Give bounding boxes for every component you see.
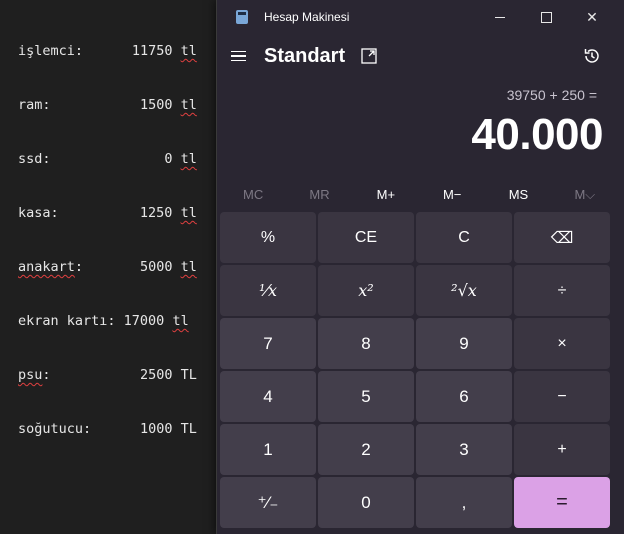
calculator-header: Standart xyxy=(217,34,624,80)
digit-4-button[interactable]: 4 xyxy=(220,371,316,422)
clear-button[interactable]: C xyxy=(416,212,512,263)
editor-line: soğutucu: 1000 TL xyxy=(18,421,197,437)
minimize-button[interactable] xyxy=(477,0,523,34)
digit-3-button[interactable]: 3 xyxy=(416,424,512,475)
multiply-button[interactable]: × xyxy=(514,318,610,369)
editor-line: anakart: 5000 tl xyxy=(18,259,197,275)
memory-recall-button[interactable]: MR xyxy=(286,182,352,208)
editor-line: ekran kartı: 17000 tl xyxy=(18,313,189,329)
digit-8-button[interactable]: 8 xyxy=(318,318,414,369)
calculator-app-icon xyxy=(236,10,248,24)
expression-display: 39750 + 250 = xyxy=(506,87,597,103)
keep-on-top-icon[interactable] xyxy=(360,47,378,65)
digit-2-button[interactable]: 2 xyxy=(318,424,414,475)
editor-line: kasa: 1250 tl xyxy=(18,205,197,221)
divide-button[interactable]: ÷ xyxy=(514,265,610,316)
maximize-button[interactable] xyxy=(523,0,569,34)
mode-title: Standart xyxy=(264,45,346,67)
digit-9-button[interactable]: 9 xyxy=(416,318,512,369)
digit-1-button[interactable]: 1 xyxy=(220,424,316,475)
equals-button[interactable]: = xyxy=(514,477,610,528)
menu-icon[interactable] xyxy=(231,46,251,66)
memory-store-button[interactable]: MS xyxy=(485,182,551,208)
editor-line: ram: 1500 tl xyxy=(18,97,197,113)
percent-button[interactable]: % xyxy=(220,212,316,263)
editor-line: psu: 2500 TL xyxy=(18,367,197,383)
subtract-button[interactable]: − xyxy=(514,371,610,422)
memory-list-button[interactable]: M⌵ xyxy=(552,182,618,208)
digit-7-button[interactable]: 7 xyxy=(220,318,316,369)
close-button[interactable]: ✕ xyxy=(569,0,615,34)
memory-add-button[interactable]: M+ xyxy=(353,182,419,208)
backspace-button[interactable]: ⌫ xyxy=(514,212,610,263)
square-root-button[interactable]: ²√x xyxy=(416,265,512,316)
close-icon: ✕ xyxy=(586,8,598,25)
editor-line: işlemci: 11750 tl xyxy=(18,43,197,59)
decimal-button[interactable]: , xyxy=(416,477,512,528)
digit-0-button[interactable]: 0 xyxy=(318,477,414,528)
clear-entry-button[interactable]: CE xyxy=(318,212,414,263)
title-bar[interactable]: Hesap Makinesi ✕ xyxy=(217,0,624,34)
memory-clear-button[interactable]: MC xyxy=(220,182,286,208)
digit-5-button[interactable]: 5 xyxy=(318,371,414,422)
memory-subtract-button[interactable]: M− xyxy=(419,182,485,208)
memory-row: MC MR M+ M− MS M⌵ xyxy=(220,182,618,208)
editor-content: işlemci: 11750 tl ram: 1500 tl ssd: 0 tl… xyxy=(18,6,197,474)
calculator-window: Hesap Makinesi ✕ Standart 39750 + 250 = … xyxy=(216,0,624,534)
negate-button[interactable]: ⁺⁄₋ xyxy=(220,477,316,528)
reciprocal-button[interactable]: ¹⁄x xyxy=(220,265,316,316)
add-button[interactable]: + xyxy=(514,424,610,475)
minimize-icon xyxy=(495,16,505,18)
result-display: 40.000 xyxy=(471,110,603,159)
square-button[interactable]: x² xyxy=(318,265,414,316)
history-icon[interactable] xyxy=(582,46,602,66)
keypad: % CE C ⌫ ¹⁄x x² ²√x ÷ 7 8 9 × 4 5 6 − 1 … xyxy=(220,212,612,528)
maximize-icon xyxy=(540,11,552,23)
window-title: Hesap Makinesi xyxy=(264,10,350,24)
editor-line: ssd: 0 tl xyxy=(18,151,197,167)
digit-6-button[interactable]: 6 xyxy=(416,371,512,422)
